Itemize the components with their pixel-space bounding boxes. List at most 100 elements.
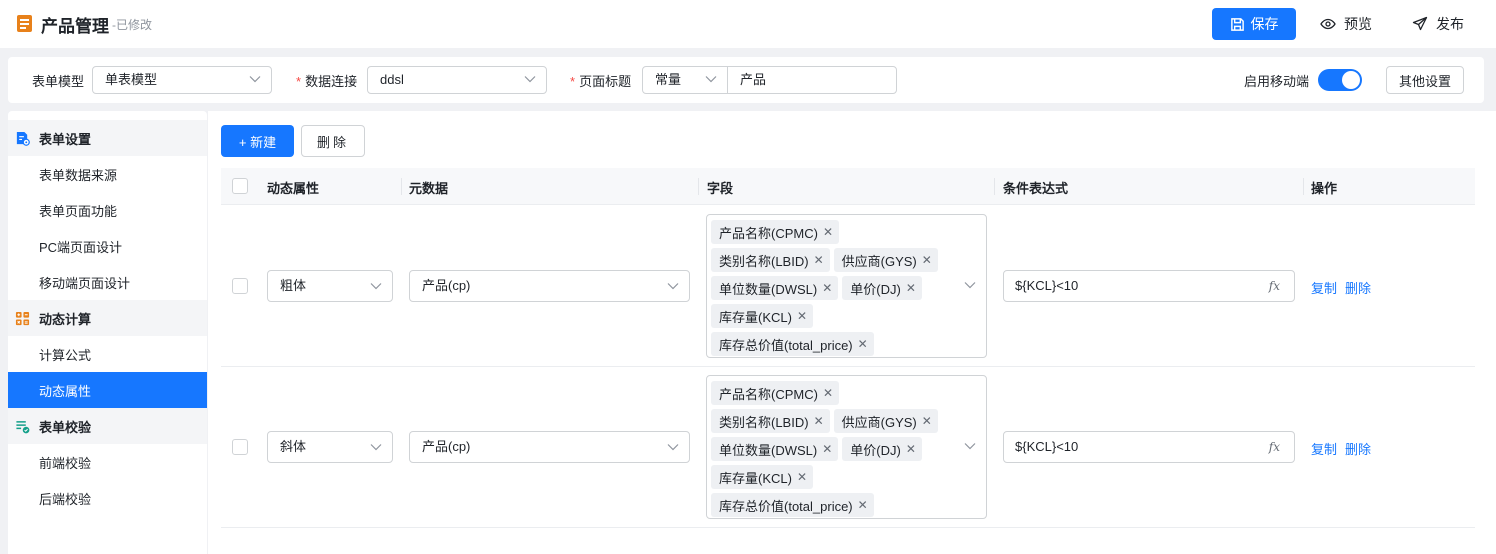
save-icon	[1230, 17, 1244, 31]
attr-select[interactable]: 粗体	[267, 270, 393, 302]
remove-tag-icon[interactable]: ✕	[822, 442, 832, 456]
top-bar: 产品管理 -已修改 保存 预览 发布	[0, 0, 1496, 48]
chevron-down-icon	[964, 282, 976, 289]
remove-tag-icon[interactable]: ✕	[858, 337, 868, 351]
meta-value: 产品(cp)	[422, 278, 471, 293]
remove-tag-icon[interactable]: ✕	[906, 281, 916, 295]
delete-link[interactable]: 删除	[1345, 278, 1371, 297]
field-tag: 单位数量(DWSL) ✕	[711, 276, 839, 300]
mobile-toggle[interactable]	[1318, 69, 1362, 91]
meta-select[interactable]: 产品(cp)	[409, 270, 690, 302]
remove-tag-icon[interactable]: ✕	[922, 253, 932, 267]
remove-tag-icon[interactable]: ✕	[823, 225, 833, 239]
main-panel: + 新建 删除 动态属性 元数据 字段 条件表达式 操作 粗体 产品(cp) 产品名…	[208, 111, 1496, 554]
column-header: 字段	[707, 181, 734, 196]
remove-tag-icon[interactable]: ✕	[922, 414, 932, 428]
condition-expression-input[interactable]: ${KCL}<10 fx	[1003, 270, 1295, 302]
delete-button[interactable]: 删除	[301, 125, 365, 157]
data-connection-select[interactable]: ddsl	[367, 66, 547, 94]
eye-icon	[1320, 18, 1336, 30]
nav-group-form-settings[interactable]: 表单设置	[8, 120, 207, 156]
table-header: 动态属性 元数据 字段 条件表达式 操作	[221, 168, 1475, 205]
fields-multiselect[interactable]: 产品名称(CPMC) ✕ 类别名称(LBID) ✕ 供应商(GYS) ✕ 单位数量(DWSL…	[706, 214, 987, 358]
attr-select[interactable]: 斜体	[267, 431, 393, 463]
nav-item-page-function[interactable]: 表单页面功能	[8, 192, 207, 228]
save-button[interactable]: 保存	[1212, 8, 1296, 40]
remove-tag-icon[interactable]: ✕	[823, 386, 833, 400]
select-all-checkbox[interactable]	[232, 178, 248, 194]
table-row: 斜体 产品(cp) 产品名称(CPMC) ✕ 类别名称(LBID) ✕ 供应商(GYS) ✕ 单…	[221, 367, 1475, 528]
preview-button[interactable]: 预览	[1320, 8, 1372, 40]
form-model-value: 单表模型	[105, 72, 158, 87]
sidebar: 表单设置 表单数据来源 表单页面功能 PC端页面设计 移动端页面设计 动态计算 …	[8, 111, 207, 554]
remove-tag-icon[interactable]: ✕	[797, 309, 807, 323]
field-tag: 类别名称(LBID) ✕	[711, 409, 830, 433]
nav-item-mobile-design[interactable]: 移动端页面设计	[8, 264, 207, 300]
field-tag-label: 库存总价值(total_price)	[719, 498, 853, 514]
table-row: 粗体 产品(cp) 产品名称(CPMC) ✕ 类别名称(LBID) ✕ 供应商(GYS) ✕ 单…	[221, 206, 1475, 367]
nav-item-pc-design[interactable]: PC端页面设计	[8, 228, 207, 264]
remove-tag-icon[interactable]: ✕	[822, 281, 832, 295]
page-title-type-select[interactable]: 常量	[642, 66, 728, 94]
chevron-down-icon	[370, 283, 382, 290]
nav-item-backend-validation[interactable]: 后端校验	[8, 480, 207, 516]
form-model-select[interactable]: 单表模型	[92, 66, 272, 94]
remove-tag-icon[interactable]: ✕	[906, 442, 916, 456]
delete-link[interactable]: 删除	[1345, 439, 1371, 458]
remove-tag-icon[interactable]: ✕	[814, 414, 824, 428]
publish-button[interactable]: 发布	[1412, 8, 1464, 40]
chevron-down-icon	[667, 444, 679, 451]
formula-icon[interactable]: fx	[1269, 271, 1280, 301]
remove-tag-icon[interactable]: ✕	[814, 253, 824, 267]
condition-expression-value: ${KCL}<10	[1015, 278, 1079, 293]
chevron-down-icon	[524, 76, 536, 83]
formula-icon[interactable]: fx	[1269, 432, 1280, 462]
nav-item-frontend-validation[interactable]: 前端校验	[8, 444, 207, 480]
field-tag-label: 供应商(GYS)	[841, 414, 917, 430]
column-header: 元数据	[409, 181, 449, 196]
nav-group-dynamic-calc[interactable]: 动态计算	[8, 300, 207, 336]
mobile-toggle-label: 启用移动端	[1244, 74, 1310, 89]
field-tag-label: 类别名称(LBID)	[719, 253, 809, 269]
field-tag-label: 单价(DJ)	[850, 281, 901, 297]
chevron-down-icon	[705, 76, 717, 83]
form-settings-bar: 表单模型 单表模型 * 数据连接 ddsl * 页面标题 常量 产品 启用移动端 其…	[8, 57, 1484, 103]
copy-link[interactable]: 复制	[1311, 439, 1337, 458]
chevron-down-icon	[370, 444, 382, 451]
nav-item-data-source[interactable]: 表单数据来源	[8, 156, 207, 192]
column-header: 条件表达式	[1003, 181, 1069, 196]
nav-group-label: 表单设置	[39, 131, 92, 147]
new-button[interactable]: + 新建	[221, 125, 294, 157]
field-tag: 库存量(KCL) ✕	[711, 304, 814, 328]
field-tag-label: 类别名称(LBID)	[719, 414, 809, 430]
field-tag: 供应商(GYS) ✕	[833, 248, 938, 272]
field-tag: 库存总价值(total_price) ✕	[711, 493, 874, 517]
chevron-down-icon	[964, 443, 976, 450]
page-title-label: * 页面标题	[570, 74, 632, 89]
condition-expression-input[interactable]: ${KCL}<10 fx	[1003, 431, 1295, 463]
remove-tag-icon[interactable]: ✕	[858, 498, 868, 512]
data-connection-label: * 数据连接	[296, 74, 358, 89]
data-connection-value: ddsl	[380, 72, 404, 87]
row-checkbox[interactable]	[232, 439, 248, 455]
field-tag: 产品名称(CPMC) ✕	[711, 220, 839, 244]
copy-link[interactable]: 复制	[1311, 278, 1337, 297]
page-title-input[interactable]: 产品	[727, 66, 897, 94]
document-icon	[17, 15, 32, 32]
meta-select[interactable]: 产品(cp)	[409, 431, 690, 463]
attr-value: 粗体	[280, 278, 307, 293]
page-title-value: 产品	[740, 72, 767, 87]
remove-tag-icon[interactable]: ✕	[797, 470, 807, 484]
fields-multiselect[interactable]: 产品名称(CPMC) ✕ 类别名称(LBID) ✕ 供应商(GYS) ✕ 单位数量(DWSL…	[706, 375, 987, 519]
page-title-type-value: 常量	[655, 72, 682, 87]
row-checkbox[interactable]	[232, 278, 248, 294]
nav-item-formula[interactable]: 计算公式	[8, 336, 207, 372]
meta-value: 产品(cp)	[422, 439, 471, 454]
field-tag-label: 产品名称(CPMC)	[719, 225, 818, 241]
nav-item-dynamic-attr[interactable]: 动态属性	[8, 372, 207, 408]
nav-group-validation[interactable]: 表单校验	[8, 408, 207, 444]
other-settings-button[interactable]: 其他设置	[1386, 66, 1464, 94]
field-tag: 库存总价值(total_price) ✕	[711, 332, 874, 356]
condition-expression-value: ${KCL}<10	[1015, 439, 1079, 454]
calculator-icon	[15, 311, 30, 325]
